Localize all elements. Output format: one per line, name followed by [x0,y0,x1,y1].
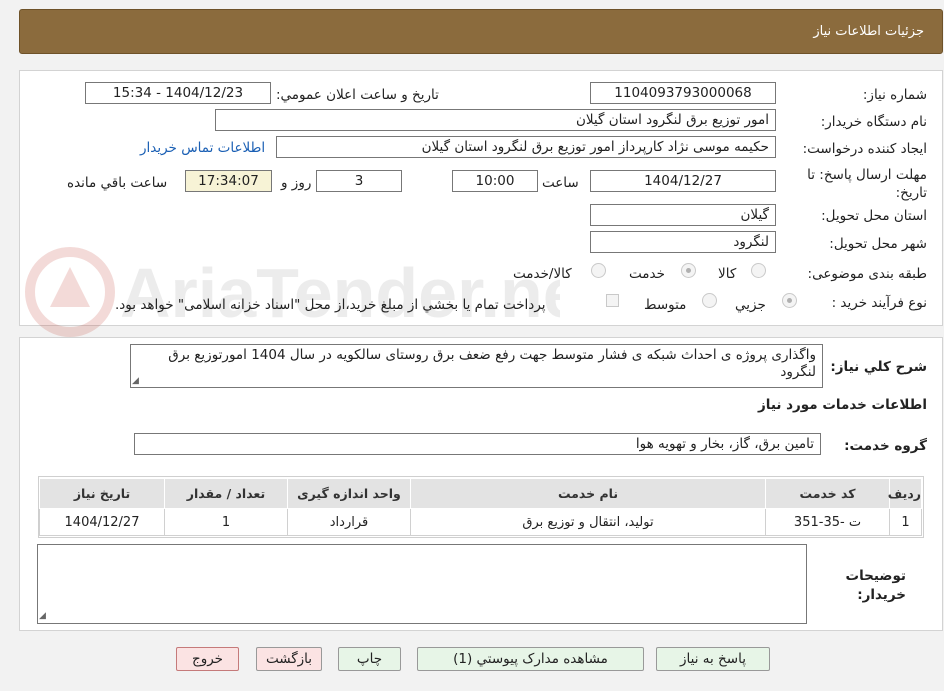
table-header-row: رديف کد خدمت نام خدمت واحد اندازه گيری ت… [39,478,922,509]
process-option-minor: جزيي [735,297,766,313]
cell-service-name: تولید، انتقال و توزیع برق [410,508,766,536]
service-group-field: تامین برق، گاز، بخار و تهویه هوا [134,433,821,455]
print-button[interactable]: چاپ [338,647,401,671]
province-field: گیلان [590,204,776,226]
treasury-payment-note: پرداخت تمام يا بخشي از مبلغ خريد،از محل … [115,297,546,313]
cell-unit: قرارداد [287,508,411,536]
buyer-org-field: امور توزیع برق لنگرود استان گیلان [215,109,776,131]
description-label: شرح كلي نياز: [830,359,927,375]
category-radio-goods[interactable] [751,263,766,278]
city-field: لنگرود [590,231,776,253]
cell-quantity: 1 [164,508,288,536]
announce-date-field: 1404/12/23 - 15:34 [85,82,271,104]
deadline-label: مهلت ارسال پاسخ: تا تاريخ: [807,167,927,201]
announce-date-label: تاریخ و ساعت اعلان عمومي: [276,87,439,103]
cell-service-code: ت -35-351 [765,508,890,536]
service-group-label: گروه خدمت: [844,438,927,454]
services-heading: اطلاعات خدمات مورد نياز [757,397,927,413]
col-header-row-number: رديف [888,478,922,509]
buyer-notes-field[interactable] [37,544,807,624]
col-header-service-name: نام خدمت [410,478,766,509]
days-label: روز و [281,175,312,191]
col-header-service-code: کد خدمت [765,478,890,509]
col-header-quantity: تعداد / مقدار [164,478,288,509]
description-field: واگذاری پروژه ی احداث شبکه ی فشار متوسط … [130,344,823,388]
process-radio-minor[interactable] [782,293,797,308]
process-radio-medium[interactable] [702,293,717,308]
deadline-date-field: 1404/12/27 [590,170,776,192]
back-button[interactable]: بازگشت [256,647,322,671]
buyer-org-label: نام دستگاه خريدار: [820,114,927,130]
buyer-contact-link[interactable]: اطلاعات تماس خريدار [140,140,265,156]
services-table-container: رديف کد خدمت نام خدمت واحد اندازه گيری ت… [38,476,924,538]
days-remaining-field: 3 [316,170,402,192]
description-text: واگذاری پروژه ی احداث شبکه ی فشار متوسط … [168,347,816,380]
col-header-need-date: تاريخ نياز [39,478,165,509]
category-option-goods-service: كالا/خدمت [513,266,572,282]
col-header-unit: واحد اندازه گيری [287,478,411,509]
view-attachments-button[interactable]: مشاهده مدارک پيوستي (1) [417,647,644,671]
services-table: رديف کد خدمت نام خدمت واحد اندازه گيری ت… [39,478,922,536]
exit-button[interactable]: خروج [176,647,239,671]
province-label: استان محل تحويل: [821,208,927,224]
remaining-time-field: 17:34:07 [185,170,272,192]
process-option-medium: متوسط [644,297,687,313]
treasury-payment-checkbox[interactable] [606,294,619,307]
page-header: جزئیات اطلاعات نیاز [19,9,943,54]
cell-need-date: 1404/12/27 [39,508,165,536]
deadline-time-field: 10:00 [452,170,538,192]
deadline-time-label: ساعت [542,175,579,191]
page-title: جزئیات اطلاعات نیاز [813,24,924,39]
need-number-label: شماره نیاز: [862,87,927,103]
cell-row-number: 1 [889,508,922,536]
category-radio-goods-service[interactable] [591,263,606,278]
notes-resize-handle-icon[interactable]: ◢ [39,611,46,621]
city-label: شهر محل تحويل: [829,236,927,252]
reply-to-need-button[interactable]: پاسخ به نياز [656,647,770,671]
category-label: طبقه بندی موضوعی: [807,266,927,282]
requester-field: حکیمه موسی نژاد کارپرداز امور توزیع برق … [276,136,776,158]
table-row: 1 ت -35-351 تولید، انتقال و توزیع برق قر… [39,508,922,536]
remaining-time-label: ساعت باقي مانده [67,175,168,191]
resize-handle-icon[interactable]: ◢ [132,376,139,386]
buyer-notes-label: توضيحات خريدار: [845,568,906,603]
category-radio-service[interactable] [681,263,696,278]
requester-label: ايجاد كننده درخواست: [802,141,927,157]
category-option-service: خدمت [629,266,665,282]
process-label: نوع فرآيند خريد : [831,295,927,311]
category-option-goods: كالا [718,266,737,282]
need-number-field: 1104093793000068 [590,82,776,104]
